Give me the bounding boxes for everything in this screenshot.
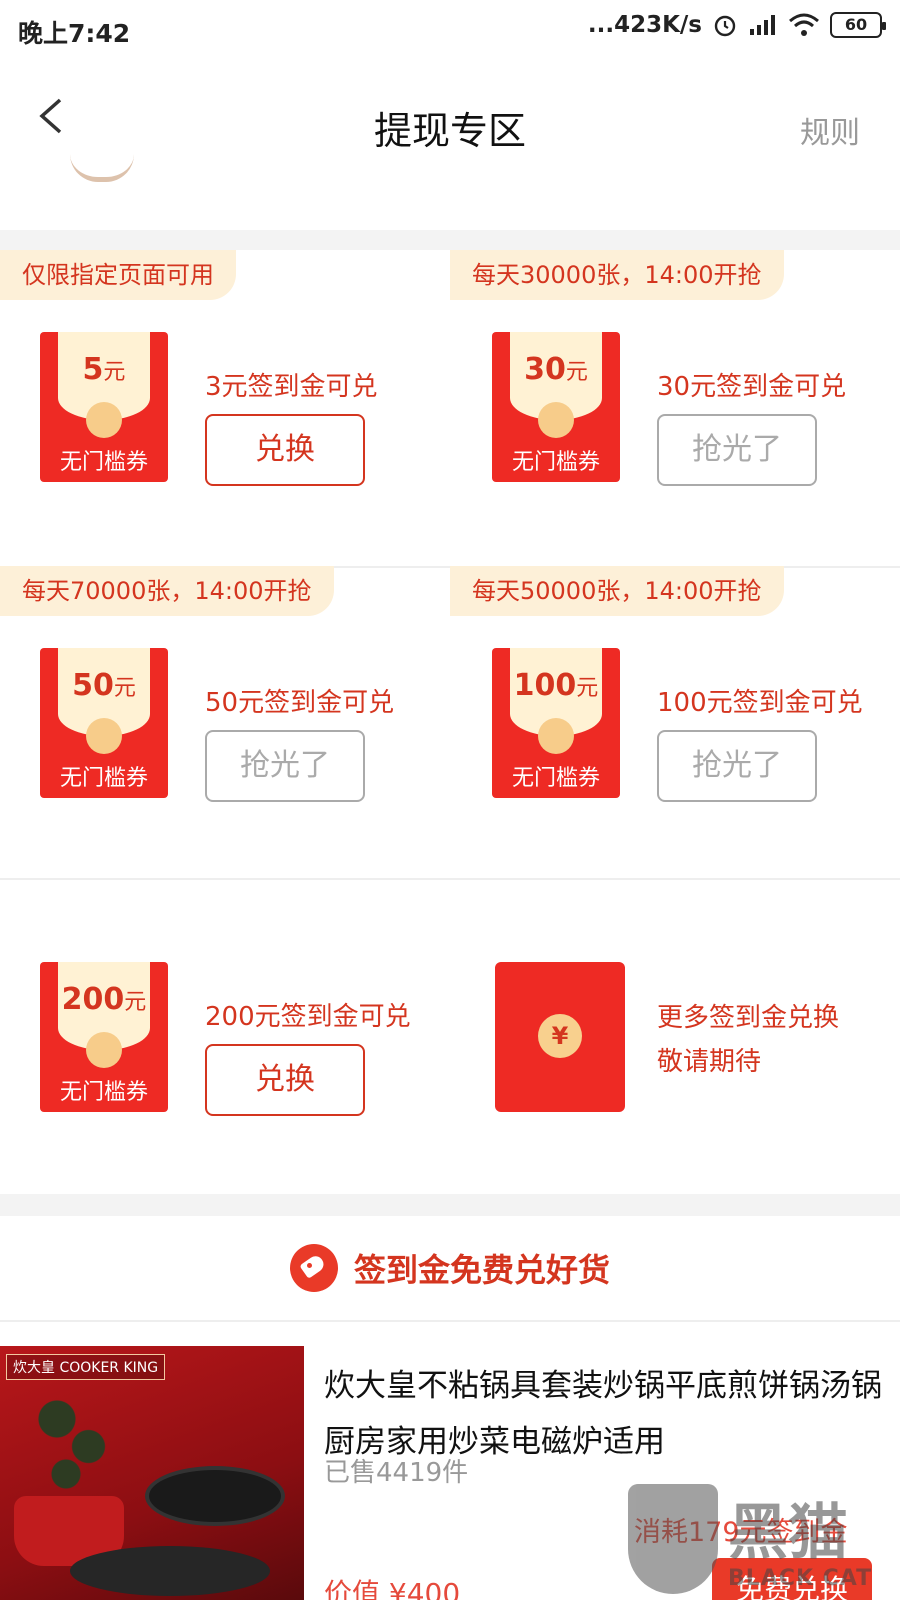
- nav-bar: 提现专区 规则: [0, 62, 900, 182]
- coupon-label: 无门槛券: [511, 450, 600, 475]
- sold-out-button[interactable]: 抢光了: [657, 414, 817, 486]
- row-divider: [0, 878, 900, 880]
- coupon-tag: 仅限指定页面可用: [0, 250, 236, 300]
- battery-icon: 60: [830, 12, 886, 38]
- signal-icon: [750, 15, 775, 35]
- coupon-desc: 200元签到金可兑: [205, 1002, 411, 1032]
- coupon-50: 50元 无门槛券: [40, 648, 168, 798]
- sold-out-button[interactable]: 抢光了: [205, 730, 365, 802]
- row-divider: [0, 1320, 900, 1322]
- product-image[interactable]: 炊大皇 COOKER KING: [0, 1346, 304, 1600]
- coupon-desc: 100元签到金可兑: [657, 688, 863, 718]
- goods-section-title: 签到金免费兑好货: [353, 1251, 610, 1289]
- yuan-coin-icon: ¥: [538, 1014, 582, 1058]
- coupon-desc: 30元签到金可兑: [657, 372, 847, 402]
- coupon-desc: 3元签到金可兑: [205, 372, 378, 402]
- status-time: 晚上7:42: [18, 19, 131, 48]
- exchange-button[interactable]: 兑换: [205, 1044, 365, 1116]
- exchange-button[interactable]: 兑换: [205, 414, 365, 486]
- product-sold-count: 已售4419件: [324, 1458, 469, 1488]
- product-value: 价值 ¥400: [324, 1577, 461, 1600]
- network-speed: ...423K/s: [587, 12, 702, 38]
- status-indicators: ...423K/s 60: [587, 12, 886, 38]
- coupon-amount: 100元: [513, 668, 599, 703]
- coupon-200: 200元 无门槛券: [40, 962, 168, 1112]
- coupon-label: 无门槛券: [59, 450, 148, 475]
- section-separator: [0, 1194, 900, 1216]
- coupon-desc: 50元签到金可兑: [205, 688, 395, 718]
- coupon-amount: 5元: [82, 352, 126, 387]
- coupon-tag: 每天70000张，14:00开抢: [0, 566, 334, 616]
- coupon-label: 无门槛券: [59, 766, 148, 791]
- coupon-tag: 每天30000张，14:00开抢: [450, 250, 784, 300]
- red-packet-icon: ¥: [495, 962, 625, 1112]
- coupon-5: 5元 无门槛券: [40, 332, 168, 482]
- coupon-label: 无门槛券: [511, 766, 600, 791]
- alarm-icon: [714, 15, 736, 37]
- coupon-tag: 每天50000张，14:00开抢: [450, 566, 784, 616]
- product-cost: 消耗179元签到金: [634, 1517, 848, 1548]
- section-separator: [0, 230, 900, 250]
- goods-section-header: 签到金免费兑好货: [0, 1218, 900, 1318]
- page-title: 提现专区: [373, 109, 526, 153]
- sold-out-button[interactable]: 抢光了: [657, 730, 817, 802]
- free-exchange-button[interactable]: 免费兑换: [712, 1558, 872, 1600]
- coupon-amount: 50元: [72, 668, 136, 703]
- rules-link[interactable]: 规则: [800, 108, 860, 152]
- brand-logo: 炊大皇 COOKER KING: [6, 1354, 166, 1380]
- wifi-icon: [789, 13, 819, 36]
- tag-icon: [289, 1244, 338, 1292]
- coupon-amount: 200元: [61, 982, 147, 1017]
- coupon-100: 100元 无门槛券: [492, 648, 620, 798]
- more-coming-text: 更多签到金兑换 敬请期待: [657, 1003, 840, 1077]
- coupon-amount: 30元: [524, 352, 588, 387]
- coupon-30: 30元 无门槛券: [492, 332, 620, 482]
- coupon-label: 无门槛券: [59, 1080, 148, 1105]
- status-bar: 晚上7:42 ...423K/s 60: [0, 0, 900, 62]
